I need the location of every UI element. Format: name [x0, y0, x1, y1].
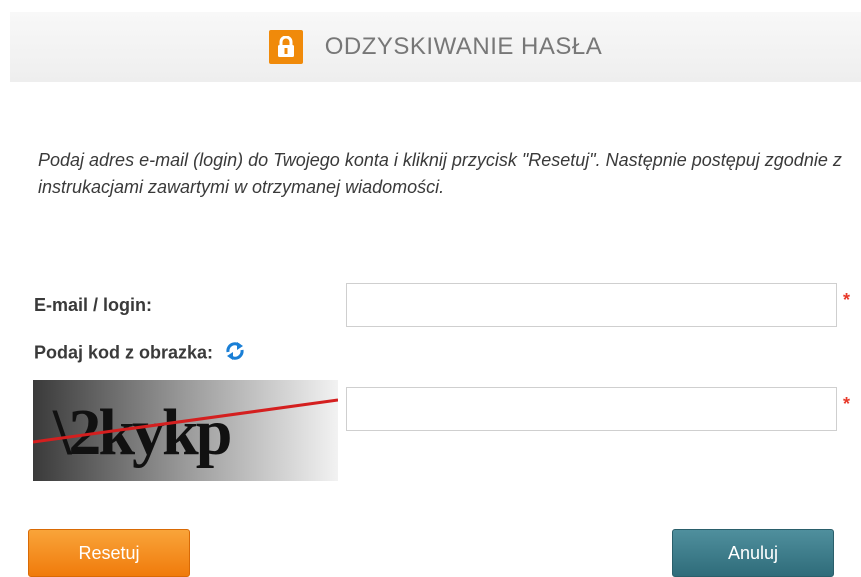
reset-button[interactable]: Resetuj	[28, 529, 190, 577]
page-title: ODZYSKIWANIE HASŁA	[324, 33, 603, 60]
required-marker: *	[843, 290, 851, 310]
instructions-text: Podaj adres e-mail (login) do Twojego ko…	[38, 150, 842, 197]
captcha-label-row: Podaj kod z obrazka:	[34, 340, 246, 367]
lock-icon	[268, 30, 303, 64]
captcha-label: Podaj kod z obrazka:	[34, 342, 214, 363]
captcha-field[interactable]	[346, 387, 837, 431]
svg-text:\2kykp: \2kykp	[52, 396, 231, 469]
page-header: ODZYSKIWANIE HASŁA	[10, 12, 861, 82]
cancel-button[interactable]: Anuluj	[672, 529, 834, 577]
refresh-icon[interactable]	[224, 340, 246, 367]
captcha-image: \2kykp	[33, 380, 338, 481]
email-label: E-mail / login:	[34, 295, 153, 315]
required-marker: *	[843, 394, 851, 414]
email-field[interactable]	[346, 283, 837, 327]
